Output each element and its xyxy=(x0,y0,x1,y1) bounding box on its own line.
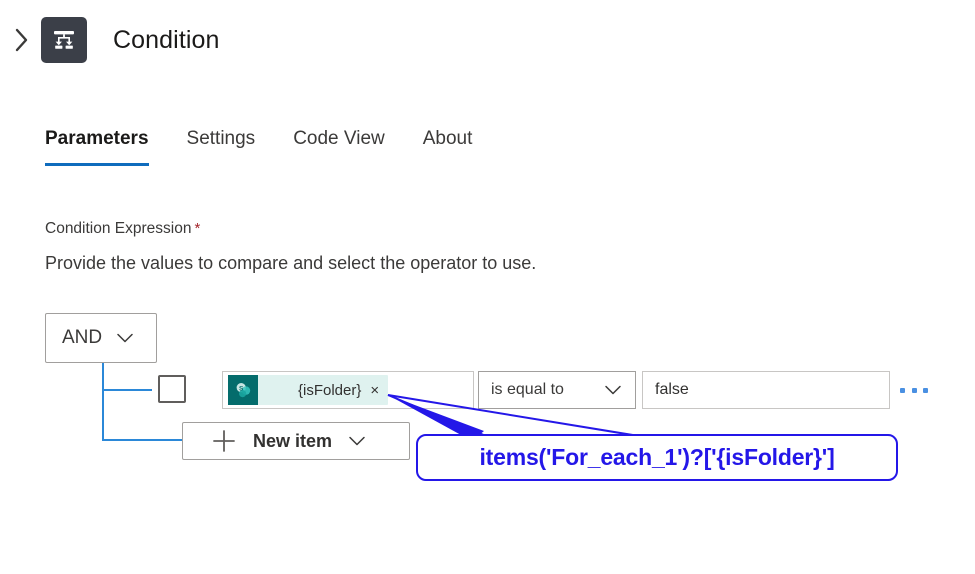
dynamic-content-token[interactable]: S {isFolder} × xyxy=(228,375,389,405)
annotation-callout: items('For_each_1')?['{isFolder}'] xyxy=(416,434,898,481)
ellipsis-dot xyxy=(900,387,905,393)
group-operator-label: AND xyxy=(62,327,103,348)
new-item-button[interactable]: New item xyxy=(182,422,410,460)
row-select-checkbox[interactable] xyxy=(158,375,186,403)
connector-branch-new-item xyxy=(102,439,184,441)
group-operator-dropdown[interactable]: AND xyxy=(45,313,157,363)
chevron-down-icon xyxy=(348,435,366,447)
plus-icon xyxy=(211,428,237,454)
operator-dropdown[interactable]: is equal to xyxy=(478,371,636,409)
condition-expression-label: Condition Expression * xyxy=(45,220,200,238)
condition-expression-description: Provide the values to compare and select… xyxy=(45,253,537,273)
svg-text:S: S xyxy=(239,385,244,392)
value-input[interactable]: false xyxy=(642,371,890,409)
page-title: Condition xyxy=(113,25,220,54)
tab-about[interactable]: About xyxy=(423,128,473,166)
tab-bar: Parameters Settings Code View About xyxy=(45,128,472,166)
new-item-label: New item xyxy=(253,430,333,451)
tab-settings[interactable]: Settings xyxy=(187,128,256,166)
connector-branch-row xyxy=(102,389,152,391)
connector-vertical xyxy=(102,363,104,441)
chevron-down-icon xyxy=(116,332,134,344)
operand-input[interactable]: S {isFolder} × xyxy=(222,371,474,409)
ellipsis-dot xyxy=(923,387,928,393)
tab-code-view[interactable]: Code View xyxy=(293,128,385,166)
tab-parameters[interactable]: Parameters xyxy=(45,128,149,166)
token-label: {isFolder} xyxy=(298,381,362,399)
token-remove-icon[interactable]: × xyxy=(370,383,379,398)
condition-expression-label-text: Condition Expression xyxy=(45,220,192,237)
required-marker: * xyxy=(194,220,201,237)
annotation-expression: items('For_each_1')?['{isFolder}'] xyxy=(479,444,835,470)
chevron-down-icon xyxy=(604,384,622,396)
operator-label: is equal to xyxy=(491,381,564,398)
value-text: false xyxy=(655,381,689,398)
ellipsis-icon[interactable] xyxy=(900,380,928,400)
chevron-right-icon[interactable] xyxy=(6,27,38,53)
ellipsis-dot xyxy=(911,387,917,393)
condition-branch-icon xyxy=(41,17,87,63)
panel-header: Condition xyxy=(0,0,975,80)
sharepoint-icon: S xyxy=(228,375,258,405)
